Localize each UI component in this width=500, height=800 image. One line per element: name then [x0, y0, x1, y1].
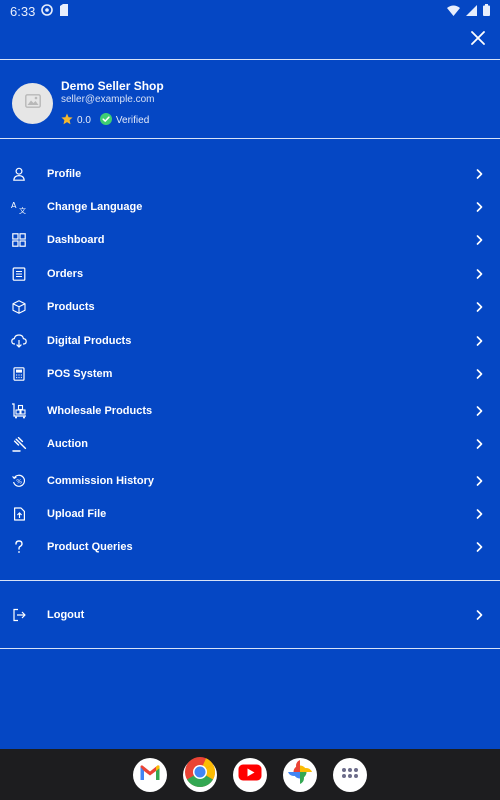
- svg-text:%: %: [16, 479, 22, 486]
- menu-item-profile[interactable]: Profile: [0, 159, 500, 189]
- translate-icon: A文: [11, 199, 27, 215]
- battery-icon: [483, 3, 490, 19]
- svg-text:文: 文: [19, 206, 26, 214]
- menu-item-label: Product Queries: [47, 541, 133, 553]
- chevron-right-icon: [474, 336, 484, 346]
- chrome-icon: [184, 756, 216, 793]
- menu-item-label: POS System: [47, 368, 113, 380]
- menu-item-products[interactable]: Products: [0, 292, 500, 322]
- gavel-icon: [11, 436, 27, 452]
- app-drawer-button[interactable]: [333, 757, 367, 792]
- menu-item-label: Products: [47, 301, 95, 313]
- menu-item-upload-file[interactable]: Upload File: [0, 499, 500, 529]
- menu-item-label: Wholesale Products: [47, 405, 153, 417]
- check-circle-icon: [99, 112, 112, 128]
- cloud-download-icon: [11, 333, 27, 349]
- menu-item-dashboard[interactable]: Dashboard: [0, 225, 500, 255]
- youtube-icon: [238, 764, 262, 786]
- verified-label: Verified: [115, 114, 150, 126]
- close-icon: [471, 30, 485, 50]
- chevron-right-icon: [474, 406, 484, 416]
- dashboard-icon: [11, 232, 27, 248]
- profile-divider: [0, 138, 500, 139]
- wholesale-icon: [11, 403, 27, 419]
- chevron-right-icon: [474, 509, 484, 519]
- chevron-right-icon: [474, 439, 484, 449]
- chevron-right-icon: [474, 476, 484, 486]
- chevron-right-icon: [474, 610, 484, 620]
- menu-divider: [0, 580, 500, 581]
- menu-item-change-language[interactable]: A文 Change Language: [0, 192, 500, 222]
- menu-item-label: Dashboard: [47, 234, 105, 246]
- commission-icon: %: [11, 473, 27, 489]
- photos-icon: [287, 759, 313, 790]
- status-time: 6:33: [10, 3, 36, 19]
- photos-app[interactable]: [283, 757, 317, 792]
- chevron-right-icon: [474, 235, 484, 245]
- app-drawer-icon: [341, 766, 359, 784]
- rating-value: 0.0: [77, 114, 91, 126]
- chevron-right-icon: [474, 369, 484, 379]
- menu-item-product-queries[interactable]: Product Queries: [0, 532, 500, 562]
- svg-text:A: A: [11, 201, 17, 210]
- storage-status-icon: [59, 3, 69, 19]
- upload-file-icon: [11, 506, 27, 522]
- logout-divider: [0, 648, 500, 649]
- logout-button[interactable]: Logout: [0, 600, 500, 630]
- logout-icon: [11, 607, 27, 623]
- chevron-right-icon: [474, 202, 484, 212]
- header-divider: [0, 59, 500, 60]
- avatar[interactable]: [12, 82, 53, 124]
- box-icon: [11, 299, 27, 315]
- chrome-app[interactable]: [183, 756, 217, 793]
- menu-item-commission-history[interactable]: % Commission History: [0, 466, 500, 496]
- person-icon: [11, 166, 27, 182]
- chevron-right-icon: [474, 302, 484, 312]
- star-icon: [61, 113, 73, 128]
- logout-label: Logout: [47, 609, 85, 621]
- menu-item-wholesale-products[interactable]: Wholesale Products: [0, 396, 500, 426]
- menu-item-label: Upload File: [47, 508, 107, 520]
- question-icon: [11, 539, 27, 555]
- status-bar: 6:33: [0, 0, 500, 22]
- menu-item-label: Orders: [47, 268, 84, 280]
- chevron-right-icon: [474, 169, 484, 179]
- signal-icon: [466, 4, 477, 19]
- pos-icon: [11, 366, 27, 382]
- close-button[interactable]: [468, 30, 488, 50]
- menu-item-pos-system[interactable]: POS System: [0, 359, 500, 389]
- rating-badge: 0.0: [61, 113, 91, 128]
- menu-item-orders[interactable]: Orders: [0, 259, 500, 289]
- menu-item-label: Commission History: [47, 475, 154, 487]
- menu-item-auction[interactable]: Auction: [0, 429, 500, 459]
- menu-item-label: Change Language: [47, 201, 143, 213]
- gmail-app[interactable]: [133, 757, 167, 792]
- chevron-right-icon: [474, 269, 484, 279]
- shop-name: Demo Seller Shop: [61, 78, 164, 93]
- menu-item-label: Profile: [47, 168, 82, 180]
- menu-item-digital-products[interactable]: Digital Products: [0, 326, 500, 356]
- gmail-icon: [139, 764, 161, 786]
- chevron-right-icon: [474, 542, 484, 552]
- settings-status-icon: [41, 3, 54, 19]
- app-dock: [0, 749, 500, 800]
- profile-header: Demo Seller Shop seller@example.com 0.0 …: [12, 78, 482, 128]
- orders-icon: [11, 266, 27, 282]
- shop-email: seller@example.com: [61, 93, 155, 105]
- menu-item-label: Auction: [47, 438, 88, 450]
- wifi-icon: [447, 4, 460, 19]
- image-placeholder-icon: [24, 93, 41, 113]
- verified-badge: Verified: [99, 112, 150, 128]
- menu-item-label: Digital Products: [47, 335, 132, 347]
- youtube-app[interactable]: [233, 757, 267, 792]
